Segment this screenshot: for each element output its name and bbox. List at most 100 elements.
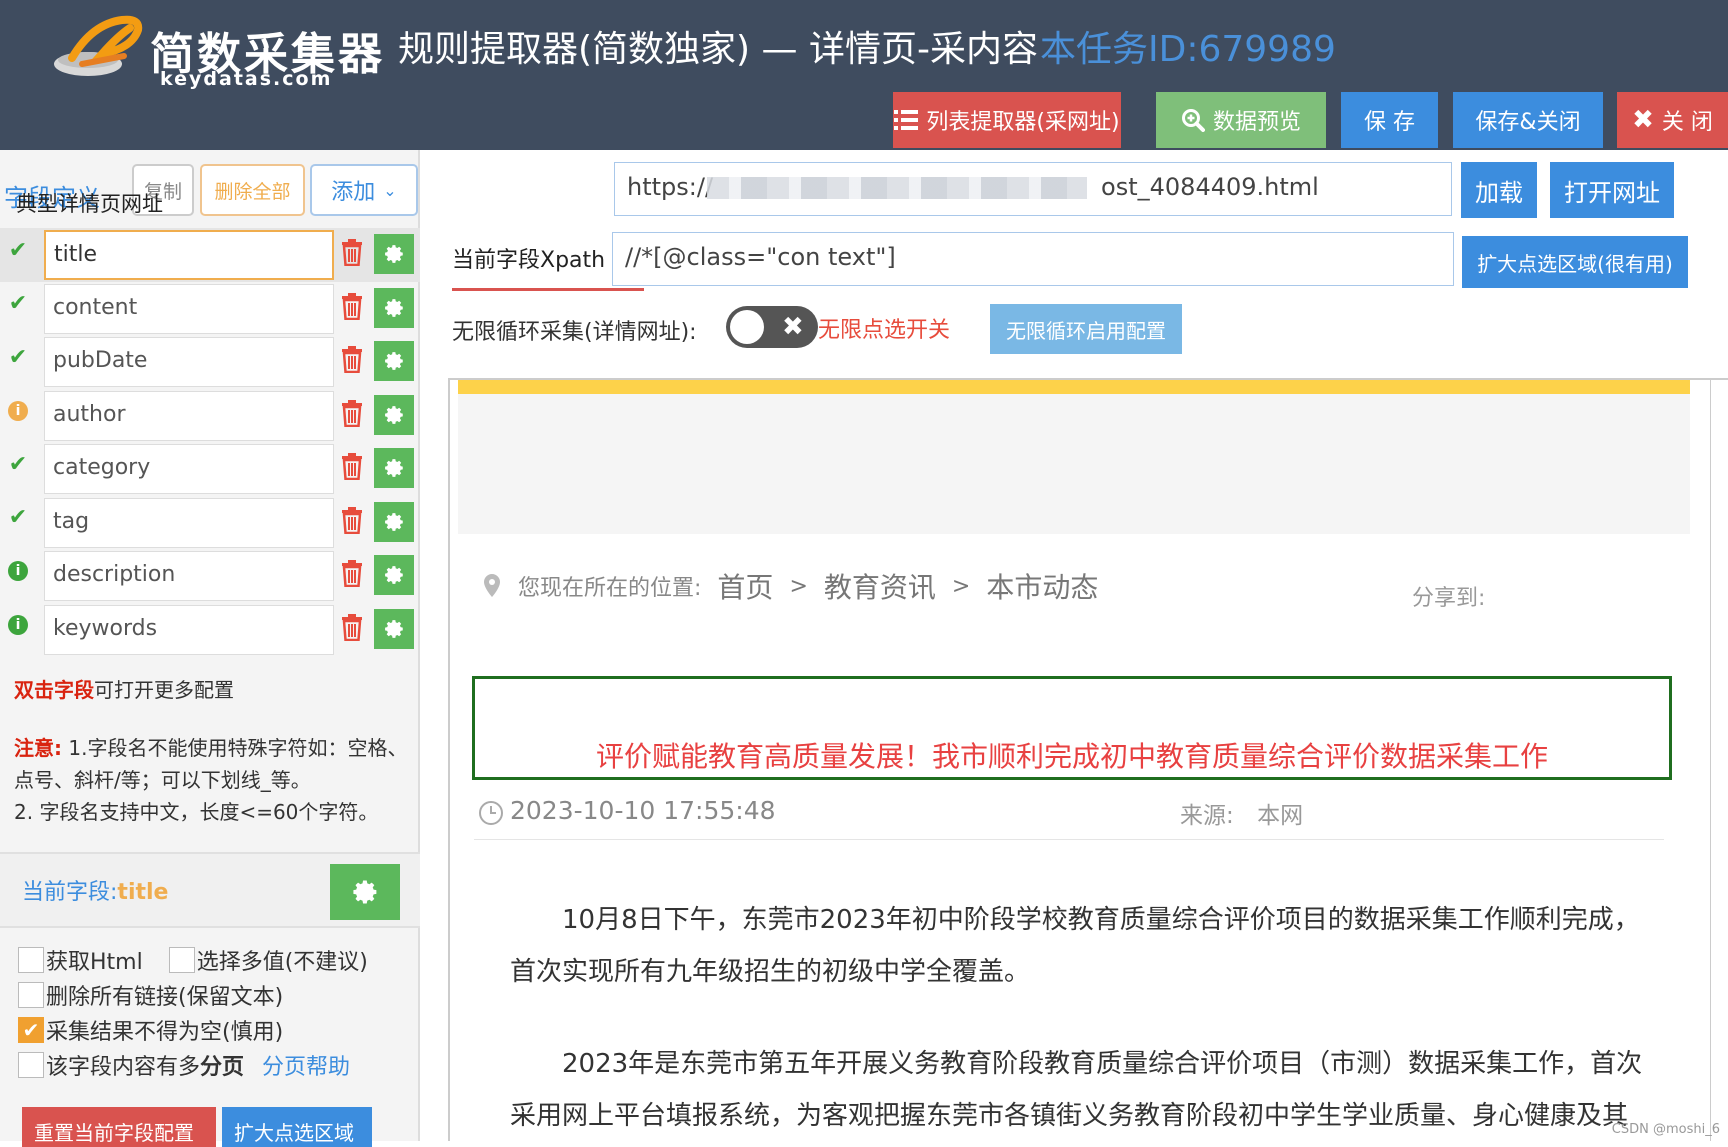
gear-icon (352, 879, 378, 905)
field-name-input[interactable]: content (44, 284, 334, 334)
infinite-loop-toggle[interactable]: ✖ (726, 306, 818, 348)
field-row-description[interactable]: i description (0, 549, 420, 603)
source-value: 本网 (1257, 803, 1303, 829)
url-label: 典型详情页网址 (16, 188, 163, 218)
trash-icon[interactable] (340, 292, 368, 324)
task-id: 本任务ID:679989 (1040, 20, 1336, 72)
option-row-2: 删除所有链接(保留文本) (18, 977, 418, 1012)
notice-line-2: 2. 字段名支持中文，长度<=60个字符。 (14, 800, 378, 824)
check-icon: ✔ (6, 345, 30, 369)
delete-all-button[interactable]: 删除全部 (200, 164, 305, 216)
paging-help-link[interactable]: 分页帮助 (262, 1049, 350, 1081)
get-html-checkbox[interactable] (18, 947, 44, 973)
paging-checkbox[interactable] (18, 1052, 44, 1078)
field-name-input[interactable]: category (44, 444, 334, 494)
list-extractor-label: 列表提取器(采网址) (926, 104, 1119, 136)
remove-links-label: 删除所有链接(保留文本) (46, 979, 283, 1011)
page-preview[interactable]: 您现在所在的位置: 首页 > 教育资讯 > 本市动态 分享到: 评价赋能教育高质… (448, 378, 1728, 1141)
field-row-keywords[interactable]: ikeywords (0, 603, 420, 657)
share-label: 分享到: (1412, 580, 1485, 612)
trash-icon[interactable] (340, 506, 368, 538)
notice-line-1: 1.字段名不能使用特殊字符如：空格、点号、斜杆/等；可以下划线_等。 (14, 736, 407, 792)
get-html-label: 获取Html (46, 944, 143, 976)
field-row-tag[interactable]: ✔tag (0, 496, 420, 550)
gear-icon[interactable] (374, 502, 414, 542)
field-name-input[interactable]: pubDate (44, 337, 334, 387)
list-extractor-button[interactable]: 列表提取器(采网址) (893, 92, 1121, 148)
current-field-settings-button[interactable] (330, 864, 400, 920)
breadcrumb-separator: > (789, 574, 807, 599)
gear-icon[interactable] (374, 555, 414, 595)
article-paragraph: 2023年是东莞市第五年开展义务教育阶段教育质量综合评价项目（市测）数据采集工作… (510, 1038, 1650, 1141)
save-close-button[interactable]: 保存&关闭 (1453, 92, 1603, 148)
field-row-author[interactable]: iauthor (0, 389, 420, 443)
close-label: 关 闭 (1662, 104, 1713, 136)
preview-scrollbar[interactable] (1710, 380, 1728, 1141)
breadcrumb-city-news[interactable]: 本市动态 (986, 566, 1098, 606)
selected-element-highlight[interactable]: 评价赋能教育高质量发展！我市顺利完成初中教育质量综合评价数据采集工作 (472, 676, 1672, 780)
gear-icon[interactable] (374, 395, 414, 435)
multi-value-label: 选择多值(不建议) (197, 944, 368, 976)
current-field-prefix: 当前字段: (22, 880, 117, 905)
gear-icon[interactable] (374, 288, 414, 328)
gear-icon[interactable] (374, 609, 414, 649)
check-icon: ✔ (23, 1018, 40, 1042)
trash-icon[interactable] (340, 613, 368, 645)
option-row-3: ✔ 采集结果不得为空(慎用) (18, 1012, 418, 1047)
field-row-pubDate[interactable]: ✔ pubDate (0, 335, 420, 389)
save-close-label: 保存&关闭 (1475, 104, 1580, 136)
xpath-input[interactable]: //*[@class="con text"] (612, 232, 1454, 286)
breadcrumb-prefix: 您现在所在的位置: (518, 570, 701, 602)
field-name-notice: 注意: 1.字段名不能使用特殊字符如：空格、点号、斜杆/等；可以下划线_等。 2… (14, 732, 414, 828)
field-row-title[interactable]: ✔ title (0, 228, 420, 282)
infinite-select-switch-label: 无限点选开关 (818, 312, 950, 344)
infinite-loop-label: 无限循环采集(详情网址): (452, 314, 697, 346)
field-name-input[interactable]: author (44, 391, 334, 441)
infinite-loop-config-button[interactable]: 无限循环启用配置 (990, 304, 1182, 354)
double-click-hint-em: 双击字段 (14, 678, 94, 702)
check-icon: ✔ (6, 238, 30, 262)
trash-icon[interactable] (340, 238, 368, 270)
article-title: 评价赋能教育高质量发展！我市顺利完成初中教育质量综合评价数据采集工作 (475, 735, 1669, 775)
info-icon: i (8, 561, 28, 581)
url-redaction (707, 177, 1087, 199)
breadcrumb-edu-news[interactable]: 教育资讯 (824, 566, 936, 606)
gear-icon[interactable] (374, 341, 414, 381)
location-pin-icon (482, 573, 502, 599)
remove-links-checkbox[interactable] (18, 982, 44, 1008)
open-url-button[interactable]: 打开网址 (1550, 162, 1674, 218)
field-name-input[interactable]: description (44, 551, 334, 601)
logo: 简数采集器 keydatas.com (52, 10, 362, 90)
data-preview-button[interactable]: 数据预览 (1156, 92, 1326, 148)
close-button[interactable]: ✖ 关 闭 (1617, 92, 1728, 148)
field-name-input[interactable]: title (44, 230, 334, 280)
data-preview-label: 数据预览 (1213, 104, 1301, 136)
source-label: 来源: (1180, 803, 1234, 829)
current-field-bar: 当前字段:title (0, 852, 420, 928)
field-name-input[interactable]: keywords (44, 605, 334, 655)
save-button[interactable]: 保 存 (1341, 92, 1438, 148)
trash-icon[interactable] (340, 452, 368, 484)
breadcrumb: 您现在所在的位置: 首页 > 教育资讯 > 本市动态 (482, 566, 1098, 606)
load-button[interactable]: 加载 (1461, 162, 1537, 218)
trash-icon[interactable] (340, 345, 368, 377)
reset-field-button[interactable]: 重置当前字段配置 (22, 1107, 216, 1147)
detail-url-input[interactable]: https://ost_4084409.html (614, 162, 1452, 216)
field-row-content[interactable]: ✔content (0, 282, 420, 336)
trash-icon[interactable] (340, 399, 368, 431)
add-field-dropdown[interactable]: 添加 ⌄ (310, 164, 418, 216)
field-row-category[interactable]: ✔category (0, 442, 420, 496)
multi-value-checkbox[interactable] (169, 947, 195, 973)
watermark: CSDN @moshi_6 (1612, 1122, 1720, 1137)
expand-area-button-small[interactable]: 扩大点选区域 (222, 1107, 372, 1147)
expand-select-area-button[interactable]: 扩大点选区域(很有用) (1462, 236, 1688, 288)
logo-icon (52, 14, 147, 86)
xpath-label: 当前字段Xpath (452, 242, 605, 282)
gear-icon[interactable] (374, 234, 414, 274)
trash-icon[interactable] (340, 559, 368, 591)
breadcrumb-home[interactable]: 首页 (717, 566, 773, 606)
not-empty-checkbox[interactable]: ✔ (18, 1017, 44, 1043)
gear-icon[interactable] (374, 448, 414, 488)
field-name-input[interactable]: tag (44, 498, 334, 548)
current-field-label: 当前字段:title (22, 874, 168, 906)
